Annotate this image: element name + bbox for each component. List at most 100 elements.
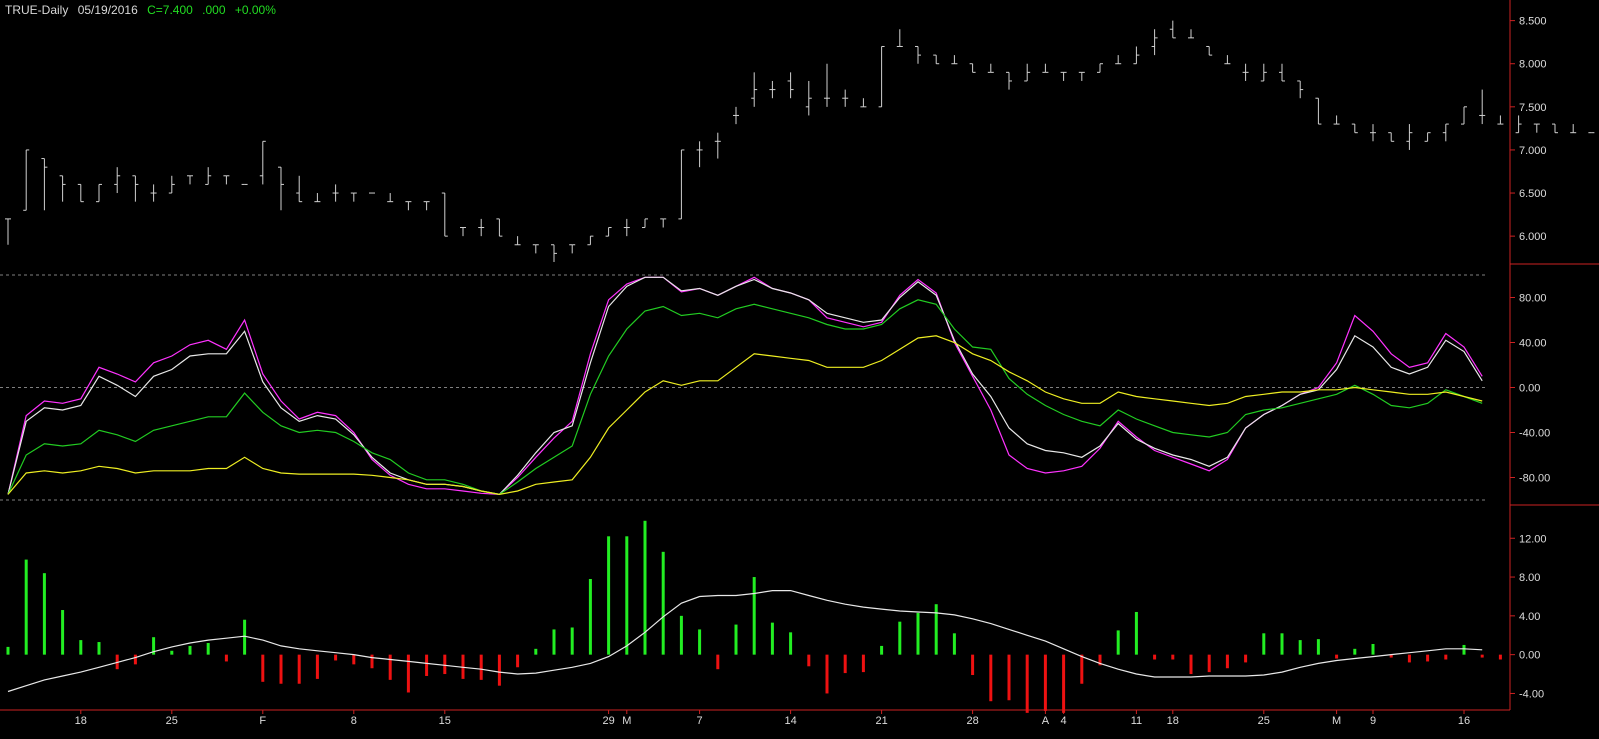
histogram-bar (570, 627, 574, 655)
stock-chart[interactable]: 8.5008.0007.5007.0006.5006.00080.0040.00… (0, 0, 1599, 739)
histogram-bar (370, 654, 374, 669)
histogram-bar (1171, 654, 1175, 660)
histogram-bar (1407, 654, 1411, 663)
histogram-bar (1480, 654, 1484, 658)
histogram-ytick-label: 12.00 (1519, 533, 1547, 545)
histogram-bar (406, 654, 410, 693)
histogram-bar (352, 654, 356, 665)
price-ytick-label: 7.500 (1519, 102, 1547, 114)
osc-line-green (7, 299, 1483, 496)
histogram-bar (188, 645, 192, 655)
histogram-bar (297, 654, 301, 684)
histogram-bar (388, 654, 392, 680)
histogram-bar (1116, 630, 1120, 655)
xtick-label: 29 (602, 715, 614, 727)
histogram-bar (1244, 654, 1248, 663)
xtick-label: 25 (1258, 715, 1270, 727)
histogram-bar (861, 654, 865, 673)
histogram-bar (679, 615, 683, 655)
histogram-bar (6, 646, 10, 655)
histogram-bar (716, 654, 720, 670)
histogram-bar (916, 612, 920, 655)
oscillator-ytick-label: 80.00 (1519, 293, 1547, 305)
histogram-bar (534, 648, 538, 655)
price-ytick-label: 6.500 (1519, 188, 1547, 200)
histogram-bar (1025, 654, 1029, 713)
xtick-label: 28 (966, 715, 978, 727)
xtick-label: A (1042, 715, 1050, 727)
histogram-bar (243, 619, 247, 655)
histogram-bar (825, 654, 829, 694)
histogram-bar (971, 654, 975, 676)
histogram-bar (1080, 654, 1084, 684)
histogram-bar (934, 604, 938, 655)
histogram-bar (789, 632, 793, 655)
xtick-label: 15 (439, 715, 451, 727)
osc-line-magenta (7, 276, 1483, 496)
histogram-bar (497, 654, 501, 686)
histogram-bar (989, 654, 993, 702)
price-ytick-label: 7.000 (1519, 145, 1547, 157)
xtick-label: 25 (166, 715, 178, 727)
histogram-bar (588, 578, 592, 655)
xtick-label: 16 (1458, 715, 1470, 727)
oscillator-ytick-label: 40.00 (1519, 338, 1547, 350)
oscillator-ytick-label: -40.00 (1519, 428, 1550, 440)
histogram-bar (1426, 654, 1430, 662)
histogram-bar (1371, 643, 1375, 655)
histogram-bar (843, 654, 847, 674)
histogram-bar (1189, 654, 1193, 675)
xtick-label: 4 (1061, 715, 1067, 727)
histogram-bar (1316, 639, 1320, 655)
histogram-bar (224, 654, 228, 662)
xtick-label: 9 (1370, 715, 1376, 727)
histogram-bar (1353, 648, 1357, 655)
xtick-label: F (259, 715, 266, 727)
histogram-bar (1062, 654, 1066, 713)
price-ytick-label: 8.000 (1519, 59, 1547, 71)
histogram-ytick-label: -4.00 (1519, 688, 1544, 700)
xtick-label: 11 (1131, 715, 1142, 727)
histogram-bar (770, 622, 774, 655)
xtick-label: 8 (351, 715, 357, 727)
histogram-bar (61, 610, 65, 655)
price-ytick-label: 6.000 (1519, 231, 1547, 243)
histogram-bar (752, 577, 756, 655)
histogram-bar (24, 559, 28, 655)
histogram-bar (1134, 611, 1138, 655)
histogram-bar (334, 654, 338, 661)
histogram-bar (625, 536, 629, 655)
histogram-bar (1280, 633, 1284, 655)
histogram-bar (1007, 654, 1011, 701)
histogram-bar (206, 643, 210, 655)
histogram-bar (698, 629, 702, 655)
price-ytick-label: 8.500 (1519, 16, 1547, 28)
osc-line-white (7, 276, 1483, 496)
xtick-label: 7 (697, 715, 703, 727)
histogram-bar (479, 654, 483, 680)
histogram-bar (952, 633, 956, 655)
histogram-bar (1262, 633, 1266, 655)
histogram-bar (170, 650, 174, 655)
histogram-bar (1225, 654, 1229, 669)
histogram-bar (443, 654, 447, 675)
oscillator-ytick-label: -80.00 (1519, 473, 1550, 485)
xtick-label: 14 (784, 715, 796, 727)
xtick-label: M (1332, 715, 1341, 727)
osc-line-yellow (7, 335, 1483, 496)
xtick-label: 21 (875, 715, 887, 727)
histogram-bar (315, 654, 319, 679)
histogram-bar (1335, 654, 1339, 659)
histogram-bar (1153, 654, 1157, 660)
histogram-ytick-label: 0.00 (1519, 650, 1540, 662)
histogram-bar (97, 642, 101, 655)
histogram-bar (607, 536, 611, 655)
histogram-bar (42, 573, 46, 655)
histogram-bar (643, 520, 647, 655)
histogram-bar (516, 654, 520, 668)
histogram-bar (734, 624, 738, 655)
histogram-bar (1207, 654, 1211, 673)
histogram-ytick-label: 4.00 (1519, 611, 1540, 623)
histogram-bar (279, 654, 283, 684)
histogram-bar (1444, 654, 1448, 660)
